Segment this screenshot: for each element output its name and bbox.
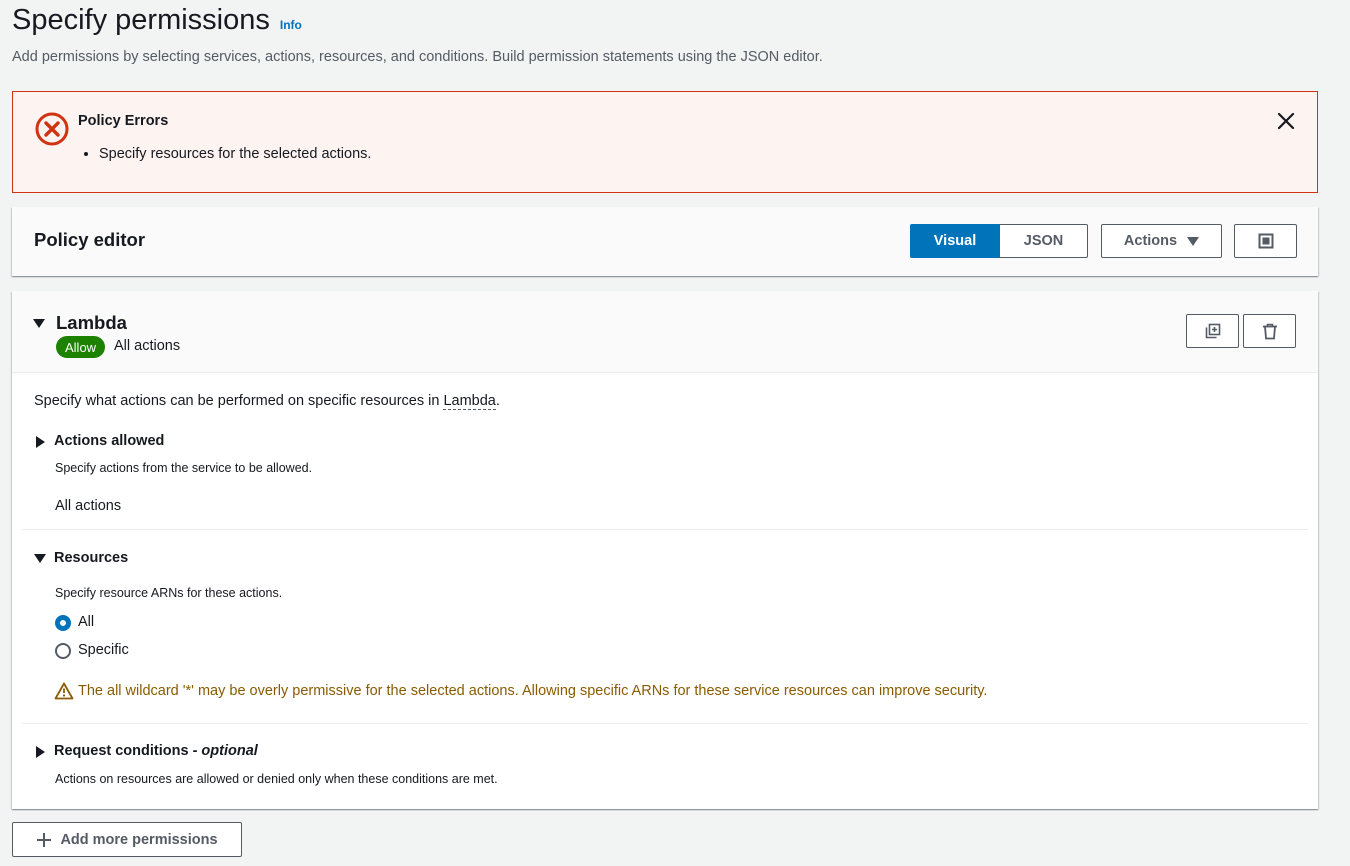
close-icon[interactable]: [1275, 110, 1297, 132]
actions-allowed-value: All actions: [55, 498, 122, 514]
divider: [22, 723, 1308, 724]
split-view-button[interactable]: [1234, 224, 1297, 258]
policy-editor-title: Policy editor: [34, 229, 146, 250]
collapse-caret-icon[interactable]: [34, 554, 46, 563]
statement-intro: Specify what actions can be performed on…: [34, 393, 500, 410]
actions-allowed-description: Specify actions from the service to be a…: [55, 461, 313, 475]
alert-title: Policy Errors: [78, 113, 169, 129]
actions-summary: All actions: [114, 338, 181, 354]
intro-prefix: Specify what actions can be performed on…: [34, 393, 444, 409]
request-conditions-label: Request conditions: [54, 743, 189, 759]
info-link[interactable]: Info: [280, 18, 302, 32]
warning-text: The all wildcard '*' may be overly permi…: [78, 683, 988, 699]
service-title: Lambda: [56, 312, 127, 333]
alert-item: Specify resources for the selected actio…: [99, 146, 371, 162]
trash-icon: [1262, 323, 1277, 339]
intro-suffix: .: [495, 393, 500, 409]
expand-caret-icon[interactable]: [36, 746, 45, 758]
error-icon: [35, 112, 69, 146]
page-description: Add permissions by selecting services, a…: [12, 49, 823, 65]
actions-label: Actions: [1123, 233, 1178, 249]
statement-header[interactable]: Lambda Allow All actions: [12, 291, 1318, 373]
service-link[interactable]: Lambda: [443, 393, 496, 410]
resources-description: Specify resource ARNs for these actions.: [55, 586, 283, 600]
warning-icon: [54, 682, 74, 700]
policy-editor-panel: Policy editor Visual JSON Actions: [12, 207, 1318, 276]
page-title-text: Specify permissions: [12, 4, 270, 36]
tab-json[interactable]: JSON: [999, 224, 1088, 258]
collapse-caret-icon[interactable]: [33, 319, 45, 328]
radio-specific-label[interactable]: Specific: [78, 642, 129, 658]
add-more-permissions-label: Add more permissions: [60, 831, 218, 848]
actions-dropdown-button[interactable]: Actions: [1101, 224, 1222, 258]
request-conditions-description: Actions on resources are allowed or deni…: [55, 772, 498, 786]
resources-title[interactable]: Resources: [54, 550, 128, 566]
page-title: Specify permissions Info: [12, 4, 302, 37]
policy-errors-alert: Policy Errors Specify resources for the …: [12, 91, 1318, 193]
specify-permissions-page: Specify permissions Info Add permissions…: [0, 0, 1350, 866]
allow-badge: Allow: [56, 336, 106, 358]
wildcard-warning: The all wildcard '*' may be overly permi…: [54, 682, 987, 700]
add-more-permissions-button[interactable]: Add more permissions: [12, 822, 242, 857]
radio-all-label[interactable]: All: [78, 614, 94, 630]
optional-label: - optional: [192, 743, 258, 759]
duplicate-icon: [1205, 323, 1220, 339]
duplicate-button[interactable]: [1186, 314, 1239, 348]
divider: [22, 529, 1308, 530]
caret-down-icon: [1187, 236, 1200, 246]
actions-allowed-title[interactable]: Actions allowed: [54, 433, 164, 449]
statement-card: Lambda Allow All actions Specify what ac…: [12, 291, 1318, 809]
panel-icon: [1258, 233, 1273, 249]
expand-caret-icon[interactable]: [36, 436, 45, 448]
radio-all[interactable]: [55, 615, 71, 631]
delete-button[interactable]: [1243, 314, 1296, 348]
tab-visual[interactable]: Visual: [910, 224, 1000, 258]
radio-specific[interactable]: [55, 643, 71, 659]
alert-list: Specify resources for the selected actio…: [99, 146, 371, 162]
request-conditions-title[interactable]: Request conditions - optional: [54, 743, 258, 759]
plus-icon: [37, 832, 52, 847]
